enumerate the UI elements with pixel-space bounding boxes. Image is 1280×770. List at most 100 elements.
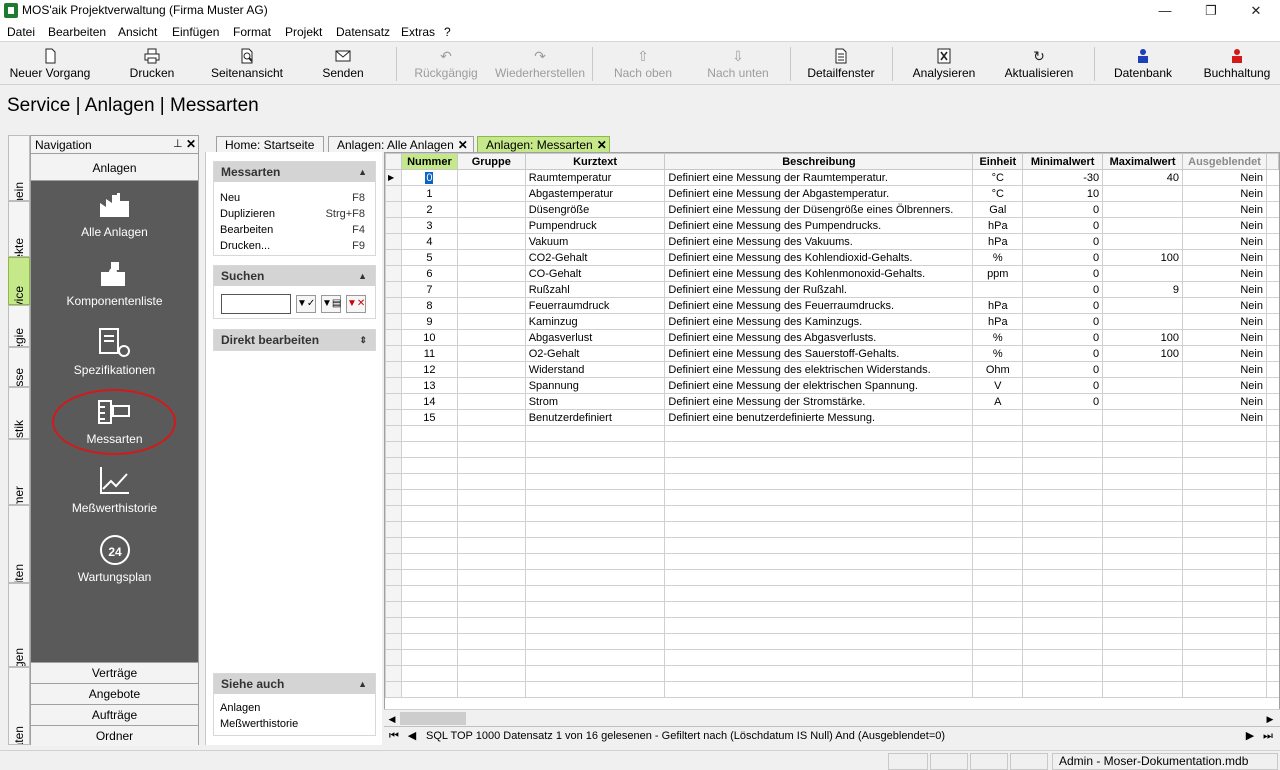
table-cell[interactable]: hPa: [972, 313, 1024, 330]
suchen-section-header[interactable]: Suchen ▲: [214, 266, 375, 286]
tab-close-icon[interactable]: ✕: [458, 138, 468, 152]
table-cell[interactable]: 0: [1022, 265, 1104, 282]
nav-bottom-vertraege[interactable]: Verträge: [31, 662, 198, 683]
table-cell[interactable]: Benutzerdefiniert: [524, 409, 666, 426]
table-cell[interactable]: [1022, 425, 1104, 442]
table-cell[interactable]: CO2-Gehalt: [524, 249, 666, 266]
table-cell[interactable]: [400, 649, 458, 666]
nav-item-messwerthistorie[interactable]: Meßwerthistorie: [31, 457, 198, 523]
table-cell[interactable]: [1102, 473, 1184, 490]
row-selector[interactable]: [385, 665, 402, 682]
nav-item-alle-anlagen[interactable]: Alle Anlagen: [31, 181, 198, 247]
table-cell[interactable]: 9: [1102, 281, 1184, 298]
table-cell[interactable]: 0: [1022, 329, 1104, 346]
row-selector[interactable]: [385, 569, 402, 586]
table-cell[interactable]: Definiert eine Messung der Abgastemperat…: [664, 185, 974, 202]
table-cell[interactable]: [1102, 441, 1184, 458]
table-cell[interactable]: Nein: [1182, 249, 1267, 266]
table-cell[interactable]: Definiert eine Messung der Düsengröße ei…: [664, 201, 974, 218]
table-cell[interactable]: [524, 601, 666, 618]
vtab-service[interactable]: Service: [8, 257, 30, 305]
row-selector[interactable]: [385, 425, 402, 442]
table-row[interactable]: 5 CO2-Gehalt Definiert eine Messung des Ko…: [385, 249, 1279, 266]
table-cell[interactable]: 12: [400, 361, 458, 378]
table-cell[interactable]: [972, 681, 1024, 698]
table-cell[interactable]: [664, 569, 974, 586]
table-cell[interactable]: 0: [1022, 233, 1104, 250]
table-cell[interactable]: Definiert eine Messung der Rußzahl.: [664, 281, 974, 298]
row-selector[interactable]: [385, 681, 402, 698]
table-cell[interactable]: [400, 521, 458, 538]
menu-projekt[interactable]: Projekt: [285, 25, 322, 39]
table-cell[interactable]: [1022, 681, 1104, 698]
table-cell[interactable]: [1022, 585, 1104, 602]
action-duplizieren[interactable]: Duplizieren Strg+F8: [214, 206, 375, 222]
table-cell[interactable]: 14: [400, 393, 458, 410]
table-cell[interactable]: [456, 313, 526, 330]
current-row-indicator-icon[interactable]: ▶: [385, 169, 402, 186]
table-cell[interactable]: Ohm: [972, 361, 1024, 378]
filter-remove-icon[interactable]: ▼✕: [346, 295, 366, 313]
table-cell[interactable]: [524, 457, 666, 474]
empty-row[interactable]: [385, 521, 1279, 538]
table-cell[interactable]: Definiert eine Messung des Kaminzugs.: [664, 313, 974, 330]
table-cell[interactable]: [1182, 649, 1267, 666]
menu-format[interactable]: Format: [233, 25, 271, 39]
nav-bottom-ordner[interactable]: Ordner: [31, 725, 198, 746]
table-cell[interactable]: [664, 601, 974, 618]
table-cell[interactable]: [524, 425, 666, 442]
table-cell[interactable]: [400, 441, 458, 458]
table-cell[interactable]: [664, 473, 974, 490]
table-cell[interactable]: [400, 681, 458, 698]
table-cell[interactable]: [664, 425, 974, 442]
table-cell[interactable]: 5: [400, 249, 458, 266]
action-drucken[interactable]: Drucken... F9: [214, 238, 375, 254]
table-cell[interactable]: 2: [400, 201, 458, 218]
table-cell[interactable]: 100: [1102, 249, 1184, 266]
table-cell[interactable]: [400, 569, 458, 586]
table-cell[interactable]: Nein: [1182, 329, 1267, 346]
row-selector[interactable]: [385, 521, 402, 538]
close-button[interactable]: ✕: [1233, 0, 1279, 22]
table-cell[interactable]: 0: [1022, 281, 1104, 298]
prev-record-icon[interactable]: ◀: [404, 728, 420, 744]
table-cell[interactable]: [1022, 473, 1104, 490]
table-cell[interactable]: [1182, 585, 1267, 602]
table-cell[interactable]: [972, 521, 1024, 538]
drucken-button[interactable]: Drucken: [108, 43, 196, 85]
table-cell[interactable]: Nein: [1182, 281, 1267, 298]
table-cell[interactable]: [1022, 553, 1104, 570]
table-cell[interactable]: [1102, 537, 1184, 554]
empty-row[interactable]: [385, 441, 1279, 458]
table-cell[interactable]: Definiert eine Messung der elektrischen …: [664, 377, 974, 394]
table-cell[interactable]: Spannung: [524, 377, 666, 394]
table-cell[interactable]: [1102, 585, 1184, 602]
table-cell[interactable]: [524, 441, 666, 458]
empty-row[interactable]: [385, 569, 1279, 586]
table-row[interactable]: 12 Widerstand Definiert eine Messung des e…: [385, 361, 1279, 378]
table-row[interactable]: 8 Feuerraumdruck Definiert eine Messung de…: [385, 297, 1279, 314]
table-cell[interactable]: Nein: [1182, 377, 1267, 394]
row-selector[interactable]: [385, 393, 402, 410]
menu-datensatz[interactable]: Datensatz: [336, 25, 390, 39]
empty-row[interactable]: [385, 489, 1279, 506]
pin-icon[interactable]: ⊥: [173, 137, 183, 150]
table-cell[interactable]: [1182, 617, 1267, 634]
row-selector[interactable]: [385, 185, 402, 202]
table-cell[interactable]: [1182, 569, 1267, 586]
row-selector[interactable]: [385, 281, 402, 298]
table-cell[interactable]: [1102, 617, 1184, 634]
table-cell[interactable]: [1022, 601, 1104, 618]
table-cell[interactable]: [972, 617, 1024, 634]
row-selector[interactable]: [385, 489, 402, 506]
table-cell[interactable]: [400, 425, 458, 442]
empty-row[interactable]: [385, 681, 1279, 698]
table-cell[interactable]: Nein: [1182, 361, 1267, 378]
table-cell[interactable]: 13: [400, 377, 458, 394]
search-input[interactable]: [221, 294, 291, 314]
column-header-einheit[interactable]: Einheit: [972, 153, 1024, 170]
table-cell[interactable]: A: [972, 393, 1024, 410]
vtab-logistik[interactable]: Logistik: [8, 387, 30, 439]
table-cell[interactable]: 0: [1022, 393, 1104, 410]
table-cell[interactable]: [456, 633, 526, 650]
